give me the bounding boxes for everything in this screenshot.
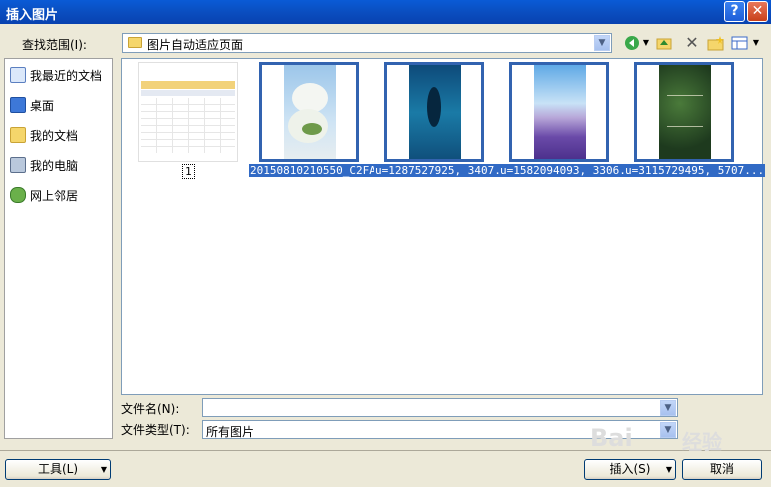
insert-button[interactable]: 插入(S) ▼ (584, 459, 676, 480)
close-button[interactable]: ✕ (747, 1, 768, 22)
file-thumbnail (634, 62, 734, 162)
my-documents-icon (10, 127, 26, 143)
file-thumbnail (509, 62, 609, 162)
file-list-view[interactable]: 1 20150810210550_C2FAk u=1287527925, 340… (121, 58, 766, 395)
place-network[interactable]: 网上邻居 (9, 185, 113, 205)
file-thumbnail (259, 62, 359, 162)
title-bar[interactable]: 插入图片 ? ✕ (0, 0, 771, 24)
delete-icon: ✕ (685, 33, 699, 52)
place-label: 我最近的文档 (30, 69, 103, 83)
file-item[interactable]: u=1582094093, 3306... (499, 62, 641, 182)
filename-field[interactable]: ▼ (202, 398, 678, 417)
views-dropdown[interactable]: ▼ (751, 33, 761, 53)
filetype-value: 所有图片 (206, 425, 255, 439)
file-item[interactable]: 1 (138, 62, 262, 182)
chevron-down-icon[interactable]: ▼ (660, 400, 676, 416)
watermark-brand: Bai (590, 424, 633, 452)
chevron-down-icon[interactable]: ▼ (594, 35, 610, 51)
file-name: 1 (182, 164, 195, 179)
back-icon (625, 36, 639, 50)
up-folder-button[interactable] (656, 33, 672, 53)
tools-button[interactable]: 工具(L) ▼ (5, 459, 111, 480)
divider (0, 450, 771, 451)
new-folder-button[interactable] (707, 33, 725, 53)
insert-picture-dialog: 插入图片 ? ✕ 查找范围(I): 图片自动适应页面 ▼ ▼ ✕ ▼ 我最近的文… (0, 0, 771, 487)
chevron-down-icon: ▼ (100, 465, 107, 474)
desktop-icon (10, 97, 26, 113)
filename-label: 文件名(N): (121, 402, 180, 416)
views-button[interactable] (731, 33, 749, 53)
chevron-down-icon[interactable]: ▼ (660, 422, 676, 438)
file-item[interactable]: u=1287527925, 3407... (374, 62, 516, 182)
recent-docs-icon (10, 67, 26, 83)
chevron-down-icon: ▼ (665, 465, 672, 474)
lookin-label: 查找范围(I): (22, 38, 87, 52)
places-bar: 我最近的文档 桌面 我的文档 我的电脑 网上邻居 (4, 58, 113, 439)
my-computer-icon (10, 157, 26, 173)
place-label: 我的电脑 (30, 159, 79, 173)
up-folder-icon (656, 38, 672, 50)
help-button[interactable]: ? (724, 1, 745, 22)
cancel-label: 取消 (709, 462, 734, 476)
place-my-documents[interactable]: 我的文档 (9, 125, 113, 145)
lookin-value: 图片自动适应页面 (147, 38, 244, 52)
place-label: 桌面 (30, 99, 55, 113)
file-name: u=3115729495, 5707... (624, 164, 766, 177)
back-dropdown[interactable]: ▼ (641, 33, 651, 53)
back-button[interactable] (624, 33, 640, 53)
file-name: u=1582094093, 3306... (499, 164, 641, 177)
folder-icon (128, 37, 142, 48)
watermark-suffix: 经验 (682, 430, 722, 454)
file-thumbnail (138, 62, 238, 162)
place-label: 网上邻居 (30, 189, 79, 203)
dialog-title: 插入图片 (6, 8, 59, 23)
place-label: 我的文档 (30, 129, 79, 143)
network-places-icon (10, 187, 26, 203)
cancel-button[interactable]: 取消 (682, 459, 762, 480)
views-icon (731, 36, 748, 50)
insert-label: 插入(S) (609, 462, 651, 476)
place-my-computer[interactable]: 我的电脑 (9, 155, 113, 175)
lookin-combo[interactable]: 图片自动适应页面 ▼ (122, 33, 612, 53)
file-thumbnail (384, 62, 484, 162)
filetype-label: 文件类型(T): (121, 423, 190, 437)
place-recent-documents[interactable]: 我最近的文档 (9, 65, 113, 85)
place-desktop[interactable]: 桌面 (9, 95, 113, 115)
file-name: 20150810210550_C2FAk (249, 164, 384, 177)
new-folder-icon (707, 36, 724, 51)
delete-button[interactable]: ✕ (684, 33, 700, 53)
file-item[interactable]: u=3115729495, 5707... (624, 62, 766, 182)
tools-label: 工具(L) (37, 462, 79, 476)
file-item[interactable]: 20150810210550_C2FAk (249, 62, 384, 182)
file-name: u=1287527925, 3407... (374, 164, 516, 177)
